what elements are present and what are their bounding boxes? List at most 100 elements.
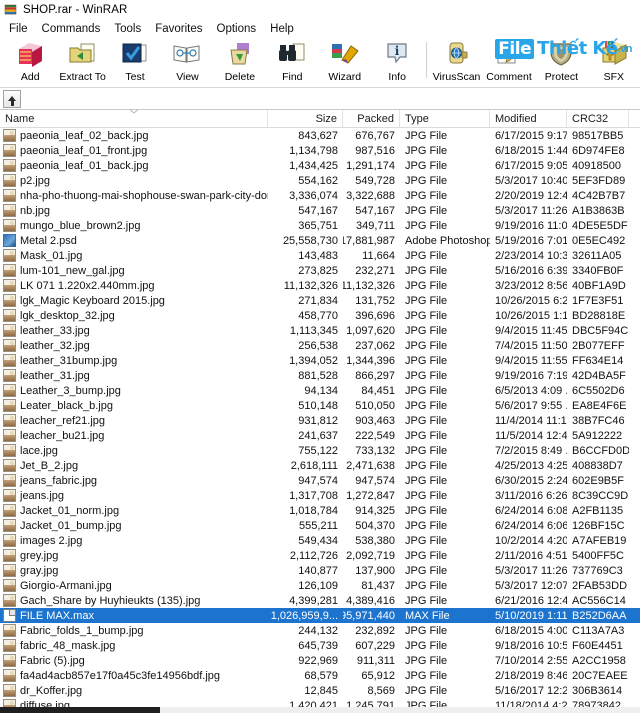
cell-name: LK 071 1.220x2.440mm.jpg — [0, 279, 268, 292]
cell-name: fa4ad4acb857e17f0a45c3fe14956bdf.jpg — [0, 669, 268, 682]
table-row[interactable]: nb.jpg 547,167 547,167 JPG File 5/3/2017 11:… — [0, 203, 640, 218]
table-row[interactable]: fa4ad4acb857e17f0a45c3fe14956bdf.jpg 68,5… — [0, 668, 640, 683]
cell-packed: 349,711 — [356, 219, 395, 232]
menu-commands[interactable]: Commands — [35, 23, 108, 35]
cell-modified: 9/19/2016 11:0... — [495, 219, 567, 232]
table-row[interactable]: Fabric (5).jpg 922,969 911,311 JPG File 7/10… — [0, 653, 640, 668]
column-header-crc32[interactable]: CRC32 — [567, 110, 629, 127]
table-row[interactable]: lum-101_new_gal.jpg 273,825 232,271 JPG Fil… — [0, 263, 640, 278]
horizontal-scrollbar-thumb[interactable] — [0, 707, 160, 713]
table-row[interactable]: paeonia_leaf_01_back.jpg 1,434,425 1,291,1… — [0, 158, 640, 173]
cell-type: JPG File — [405, 474, 448, 487]
table-row[interactable]: images 2.jpg 549,434 538,380 JPG File 10/2/2… — [0, 533, 640, 548]
horizontal-scrollbar[interactable] — [0, 707, 640, 713]
table-row[interactable]: dr_Koffer.jpg 12,845 8,569 JPG File 5/16/201… — [0, 683, 640, 698]
table-row[interactable]: jeans_fabric.jpg 947,574 947,574 JPG File 6/… — [0, 473, 640, 488]
table-row[interactable]: Metal 2.psd 25,558,730 17,881,987 Adobe Pho… — [0, 233, 640, 248]
file-name-label: Jacket_01_norm.jpg — [20, 504, 120, 517]
column-header-name[interactable]: Name — [0, 110, 268, 127]
menu-bar: File Commands Tools Favorites Options He… — [0, 20, 640, 38]
file-name-label: jeans.jpg — [20, 489, 65, 502]
menu-options[interactable]: Options — [210, 23, 264, 35]
cell-size: 241,637 — [298, 429, 338, 442]
table-row[interactable]: Leater_black_b.jpg 510,148 510,050 JPG File… — [0, 398, 640, 413]
table-row[interactable]: leather_32.jpg 256,538 237,062 JPG File 7/4/… — [0, 338, 640, 353]
table-row[interactable]: nha-pho-thuong-mai-shophouse-swan-park-c… — [0, 188, 640, 203]
cell-size: 1,134,798 — [289, 144, 338, 157]
cell-size: 273,825 — [298, 264, 338, 277]
toolbar-button-wizard[interactable]: Wizard — [319, 38, 371, 86]
cell-type: JPG File — [405, 279, 448, 292]
cell-crc32: F60E4451 — [572, 639, 623, 652]
column-header-type[interactable]: Type — [400, 110, 490, 127]
cell-type: JPG File — [405, 174, 448, 187]
cell-crc32: 5EF3FD89 — [572, 174, 626, 187]
table-row[interactable]: Fabric_folds_1_bump.jpg 244,132 232,892 JPG… — [0, 623, 640, 638]
table-row[interactable]: mungo_blue_brown2.jpg 365,751 349,711 JPG F… — [0, 218, 640, 233]
table-row[interactable]: p2.jpg 554,162 549,728 JPG File 5/3/2017 10:… — [0, 173, 640, 188]
cell-name: Fabric (5).jpg — [0, 654, 268, 667]
file-name-label: paeonia_leaf_02_back.jpg — [20, 129, 149, 142]
cell-name: nb.jpg — [0, 204, 268, 217]
table-row[interactable]: Giorgio-Armani.jpg 126,109 81,437 JPG File 5… — [0, 578, 640, 593]
toolbar-button-add[interactable]: Add — [4, 38, 56, 86]
menu-file[interactable]: File — [2, 23, 35, 35]
cell-size: 365,751 — [298, 219, 338, 232]
table-row[interactable]: lgk_desktop_32.jpg 458,770 396,696 JPG File… — [0, 308, 640, 323]
table-row[interactable]: jeans.jpg 1,317,708 1,272,847 JPG File 3/11/… — [0, 488, 640, 503]
cell-size: 1,018,784 — [289, 504, 338, 517]
menu-help[interactable]: Help — [263, 23, 301, 35]
file-name-label: Gach_Share by Huyhieukts (135).jpg — [20, 594, 201, 607]
file-list[interactable]: paeonia_leaf_02_back.jpg 843,627 676,767 JP… — [0, 128, 640, 713]
cell-packed: 911,311 — [356, 654, 395, 667]
cell-packed: 17,881,987 — [343, 234, 395, 247]
toolbar-button-info[interactable]: i Info — [371, 38, 423, 86]
table-row[interactable]: LK 071 1.220x2.440mm.jpg 11,132,326 11,132… — [0, 278, 640, 293]
table-row[interactable]: lgk_Magic Keyboard 2015.jpg 271,834 131,75… — [0, 293, 640, 308]
toolbar-button-test[interactable]: Test — [109, 38, 161, 86]
column-header-size[interactable]: Size — [268, 110, 343, 127]
toolbar-button-view[interactable]: View — [161, 38, 213, 86]
toolbar-button-extract-to[interactable]: Extract To — [56, 38, 108, 86]
menu-favorites[interactable]: Favorites — [148, 23, 209, 35]
table-row[interactable]: Leather_3_bump.jpg 94,134 84,451 JPG File 6/… — [0, 383, 640, 398]
toolbar-button-find[interactable]: Find — [266, 38, 318, 86]
table-row[interactable]: grey.jpg 2,112,726 2,092,719 JPG File 2/11/2… — [0, 548, 640, 563]
table-row[interactable]: Gach_Share by Huyhieukts (135).jpg 4,399,… — [0, 593, 640, 608]
cell-size: 1,113,345 — [289, 324, 338, 337]
table-row[interactable]: leather_33.jpg 1,113,345 1,097,620 JPG File… — [0, 323, 640, 338]
table-row[interactable]: leacher_ref21.jpg 931,812 903,463 JPG File 1… — [0, 413, 640, 428]
up-one-level-button[interactable] — [3, 89, 21, 108]
table-row[interactable]: leather_31bump.jpg 1,394,052 1,344,396 JPG … — [0, 353, 640, 368]
table-row[interactable]: Jacket_01_bump.jpg 555,211 504,370 JPG File… — [0, 518, 640, 533]
table-row[interactable]: paeonia_leaf_01_front.jpg 1,134,798 987,51… — [0, 143, 640, 158]
table-row[interactable]: FILE MAX.max 1,026,959,9... 195,971,440 MAX… — [0, 608, 640, 623]
file-name-label: Jet_B_2.jpg — [20, 459, 79, 472]
table-row[interactable]: fabric_48_mask.jpg 645,739 607,229 JPG File… — [0, 638, 640, 653]
table-row[interactable]: lace.jpg 755,122 733,132 JPG File 7/2/2015 8… — [0, 443, 640, 458]
table-row[interactable]: Jet_B_2.jpg 2,618,111 2,471,638 JPG File 4/2… — [0, 458, 640, 473]
cell-name: Jet_B_2.jpg — [0, 459, 268, 472]
table-row[interactable]: Jacket_01_norm.jpg 1,018,784 914,325 JPG Fi… — [0, 503, 640, 518]
column-header-packed[interactable]: Packed — [343, 110, 400, 127]
table-row[interactable]: paeonia_leaf_02_back.jpg 843,627 676,767 JP… — [0, 128, 640, 143]
cell-type: JPG File — [405, 159, 448, 172]
table-row[interactable]: leacher_bu21.jpg 241,637 222,549 JPG File 11… — [0, 428, 640, 443]
table-row[interactable]: Mask_01.jpg 143,483 11,664 JPG File 2/23/201… — [0, 248, 640, 263]
toolbar-button-virusscan[interactable]: VirusScan — [430, 38, 482, 86]
cell-crc32: 5A912222 — [572, 429, 623, 442]
add-archive-icon — [14, 40, 46, 70]
toolbar-button-delete[interactable]: Delete — [214, 38, 266, 86]
column-header-modified[interactable]: Modified — [490, 110, 567, 127]
delete-trash-icon — [224, 40, 256, 70]
table-row[interactable]: gray.jpg 140,877 137,900 JPG File 5/3/2017 1… — [0, 563, 640, 578]
cell-size: 547,167 — [298, 204, 338, 217]
file-name-label: lgk_Magic Keyboard 2015.jpg — [20, 294, 165, 307]
table-row[interactable]: leather_31.jpg 881,528 866,297 JPG File 9/19… — [0, 368, 640, 383]
menu-tools[interactable]: Tools — [107, 23, 148, 35]
jpg-file-icon — [3, 654, 16, 667]
file-name-label: Leather_3_bump.jpg — [20, 384, 121, 397]
cell-name: Jacket_01_bump.jpg — [0, 519, 268, 532]
cell-type: JPG File — [405, 129, 448, 142]
cell-size: 1,317,708 — [289, 489, 338, 502]
